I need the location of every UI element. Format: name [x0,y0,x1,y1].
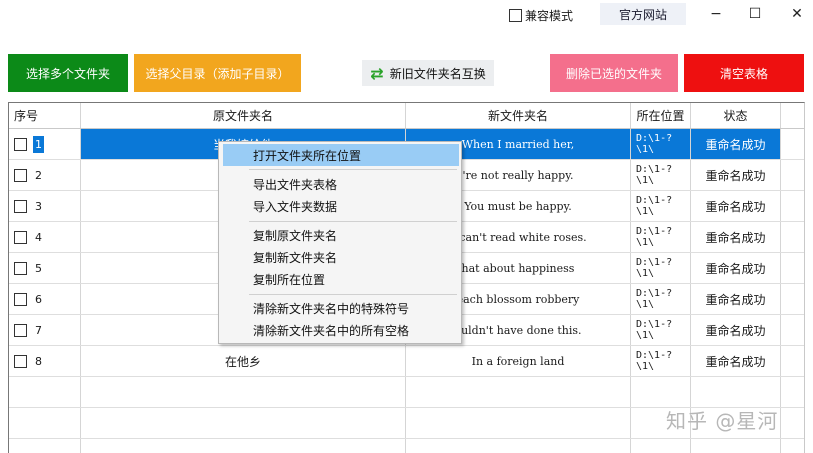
header-index[interactable]: 序号 [9,103,81,128]
select-parent-dir-button[interactable]: 选择父目录（添加子目录） [134,54,301,92]
row-checkbox[interactable] [14,168,27,182]
compat-mode-toggle[interactable]: 兼容模式 [509,7,573,23]
cell-location[interactable]: D:\1-? \1\ [631,284,691,314]
cell-location[interactable]: D:\1-? \1\ [631,253,691,283]
menu-remove-spaces[interactable]: 清除新文件夹名中的所有空格 [223,319,459,341]
row-index: 1 [33,135,44,153]
cell-location[interactable]: D:\1-? \1\ [631,191,691,221]
minimize-icon[interactable]: − [706,4,726,24]
row-index: 5 [35,261,42,275]
row-index: 4 [35,230,42,244]
table-header: 序号 原文件夹名 新文件夹名 所在位置 状态 [9,103,804,129]
cell-new-name[interactable]: In a foreign land [406,346,631,376]
row-index: 8 [35,354,42,368]
row-checkbox[interactable] [14,199,27,213]
cell-location[interactable]: D:\1-? \1\ [631,129,691,159]
cell-status[interactable]: 重命名成功 [691,222,781,252]
swap-names-label: 新旧文件夹名互换 [389,66,486,81]
cell-location[interactable]: D:\1-? \1\ [631,315,691,345]
row-checkbox[interactable] [14,292,27,306]
clear-table-button[interactable]: 清空表格 [684,54,804,92]
menu-export-table[interactable]: 导出文件夹表格 [223,173,459,195]
menu-separator [249,221,457,222]
row-checkbox[interactable] [14,261,27,275]
swap-icon: ⇄ [370,63,384,83]
official-site-button[interactable]: 官方网站 [600,3,686,25]
row-checkbox[interactable] [14,354,27,368]
header-new-name[interactable]: 新文件夹名 [406,103,631,128]
row-checkbox[interactable] [14,230,27,244]
menu-copy-location[interactable]: 复制所在位置 [223,268,459,290]
swap-names-button[interactable]: ⇄ 新旧文件夹名互换 [362,60,494,86]
cell-status[interactable]: 重命名成功 [691,191,781,221]
cell-location[interactable]: D:\1-? \1\ [631,222,691,252]
select-folders-button[interactable]: 选择多个文件夹 [8,54,128,92]
menu-copy-original-name[interactable]: 复制原文件夹名 [223,224,459,246]
row-index: 7 [35,323,42,337]
empty-row [9,439,804,453]
cell-status[interactable]: 重命名成功 [691,284,781,314]
header-status[interactable]: 状态 [691,103,781,128]
title-bar: 兼容模式 官方网站 − ☐ ✕ [0,0,813,30]
cell-status[interactable]: 重命名成功 [691,315,781,345]
menu-separator [249,169,457,170]
header-location[interactable]: 所在位置 [631,103,691,128]
delete-selected-button[interactable]: 删除已选的文件夹 [550,54,678,92]
cell-status[interactable]: 重命名成功 [691,253,781,283]
row-index: 3 [35,199,42,213]
context-menu: 打开文件夹所在位置 导出文件夹表格 导入文件夹数据 复制原文件夹名 复制新文件夹… [218,141,462,344]
cell-location[interactable]: D:\1-? \1\ [631,346,691,376]
compat-mode-checkbox[interactable] [509,8,522,22]
menu-separator [249,294,457,295]
compat-mode-label: 兼容模式 [525,8,574,23]
cell-status[interactable]: 重命名成功 [691,129,781,159]
maximize-icon[interactable]: ☐ [745,4,765,24]
watermark: 知乎 @星河 [666,409,779,433]
table-row[interactable]: 8 在他乡 In a foreign land D:\1-? \1\ 重命名成功 [9,346,804,377]
cell-status[interactable]: 重命名成功 [691,346,781,376]
header-original-name[interactable]: 原文件夹名 [81,103,406,128]
row-index: 2 [35,168,42,182]
row-checkbox[interactable] [14,323,27,337]
row-index: 6 [35,292,42,306]
menu-open-location[interactable]: 打开文件夹所在位置 [223,144,459,166]
row-checkbox[interactable] [14,137,27,151]
cell-location[interactable]: D:\1-? \1\ [631,160,691,190]
close-icon[interactable]: ✕ [787,4,807,24]
menu-copy-new-name[interactable]: 复制新文件夹名 [223,246,459,268]
menu-import-data[interactable]: 导入文件夹数据 [223,195,459,217]
menu-remove-special-chars[interactable]: 清除新文件夹名中的特殊符号 [223,297,459,319]
empty-row [9,377,804,408]
cell-status[interactable]: 重命名成功 [691,160,781,190]
cell-original-name[interactable]: 在他乡 [81,346,406,376]
